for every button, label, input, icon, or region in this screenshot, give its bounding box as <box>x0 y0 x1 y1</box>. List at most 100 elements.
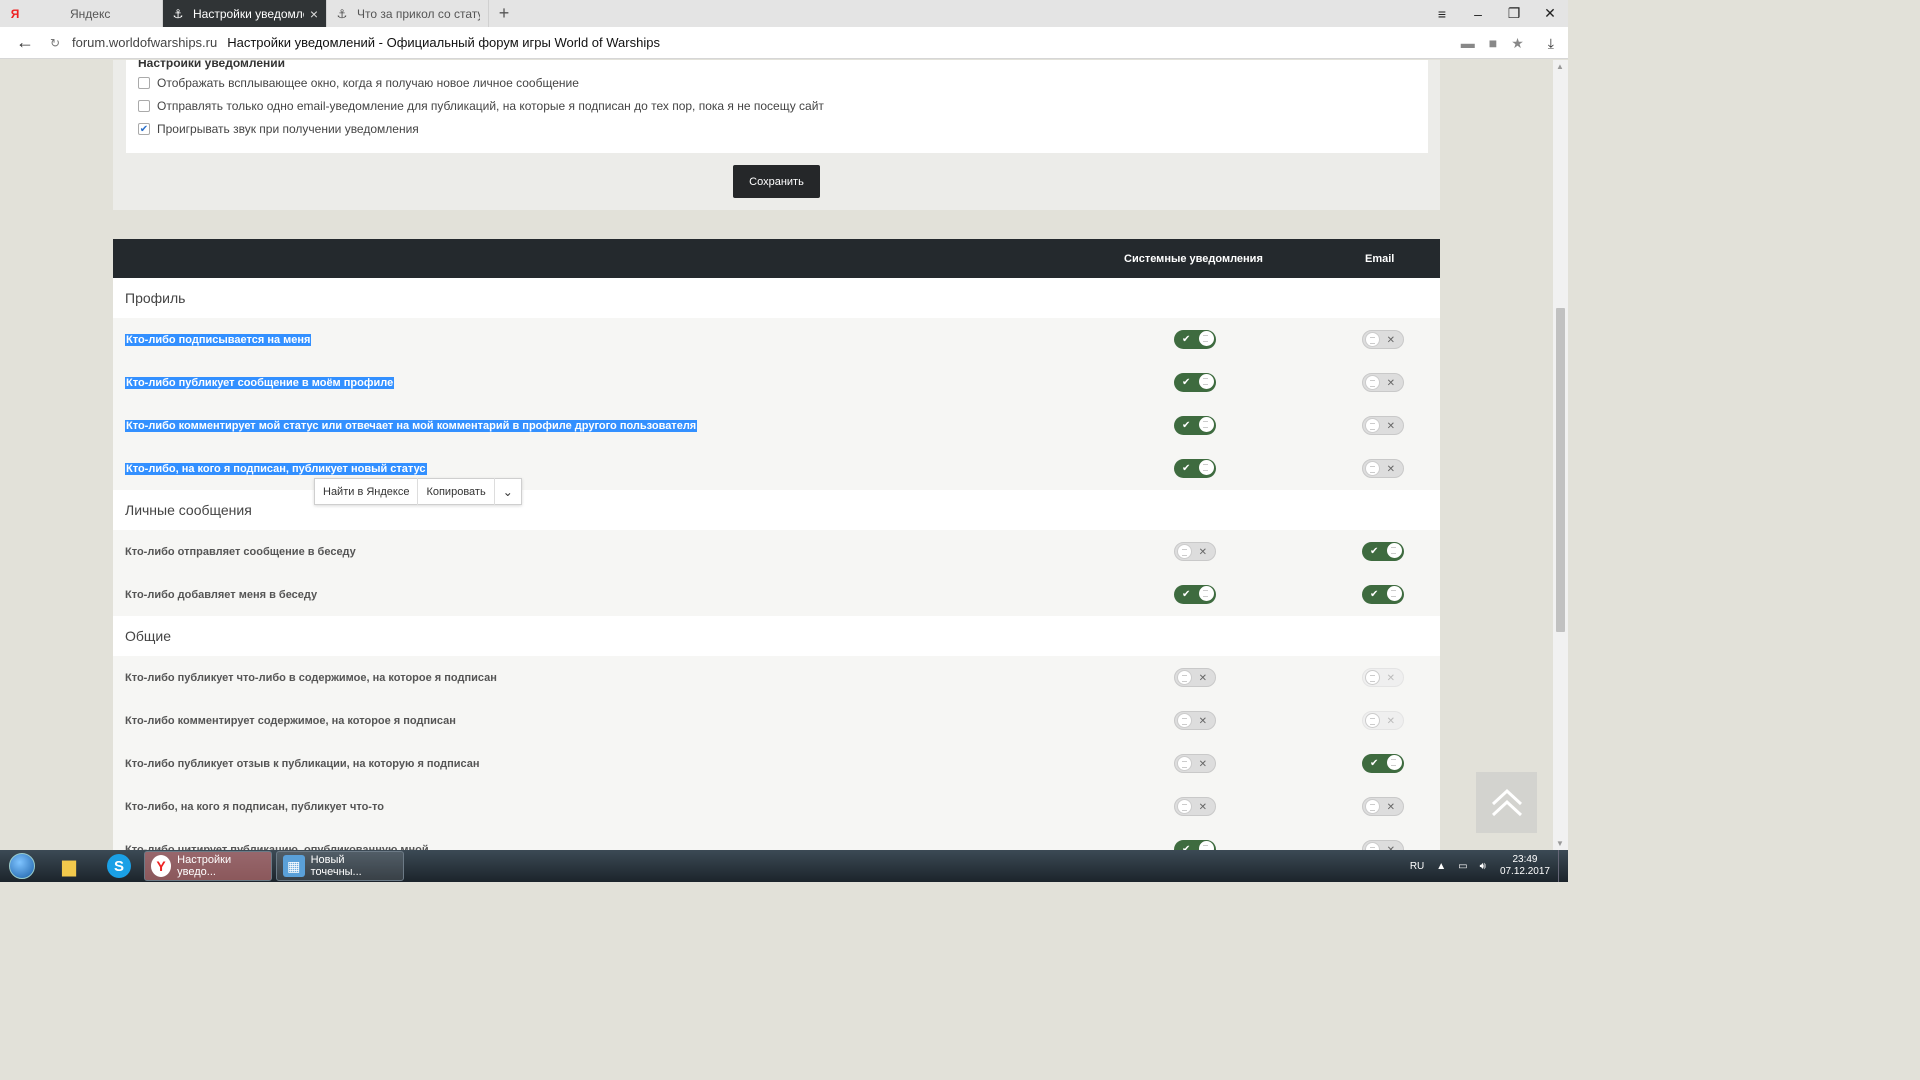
notification-table: Системные уведомления Email Профиль Кто-л… <box>113 239 1440 850</box>
save-button[interactable]: Сохранить <box>733 165 820 198</box>
address-bar[interactable]: ← ↻ forum.worldofwarships.ru Настройки у… <box>0 27 1568 59</box>
scroll-up-arrow-icon[interactable]: ▲ <box>1556 62 1564 71</box>
window-controls: ≡ – ❐ ✕ <box>1424 0 1568 27</box>
system-toggle[interactable]: ✕ <box>1174 542 1216 561</box>
section-heading: Личные сообщения <box>113 490 1440 530</box>
system-toggle[interactable]: ✔ <box>1174 373 1216 392</box>
address-page-title[interactable]: Настройки уведомлений - Официальный фору… <box>227 35 660 50</box>
email-toggle[interactable]: ✔ <box>1362 585 1404 604</box>
system-toggle[interactable]: ✔ <box>1174 585 1216 604</box>
copy-button[interactable]: Копировать <box>418 478 495 505</box>
table-row: Кто-либо, на кого я подписан, публикует … <box>113 447 1440 490</box>
row-label-text: Кто-либо, на кого я подписан, публикует … <box>125 800 384 813</box>
toggle-knob <box>1365 461 1380 476</box>
tab-label: Что за прикол со статусом? <box>357 6 480 21</box>
table-header: Системные уведомления Email <box>113 239 1440 278</box>
tab-status-topic[interactable]: ⚓ Что за прикол со статусом? <box>327 0 489 27</box>
taskbar-app-browser[interactable]: Y Настройки уведо... <box>144 851 272 881</box>
system-toggle[interactable]: ✔ <box>1174 459 1216 478</box>
tab-yandex[interactable]: Я Яндекс <box>0 0 163 27</box>
new-tab-button[interactable]: + <box>489 0 519 27</box>
close-window-icon[interactable]: ✕ <box>1532 0 1568 27</box>
explorer-icon[interactable]: ▆ <box>44 850 94 882</box>
system-toggle[interactable]: ✔ <box>1174 840 1216 850</box>
email-toggle[interactable]: ✔ <box>1362 542 1404 561</box>
toggle-knob <box>1199 331 1214 346</box>
star-icon[interactable]: ★ <box>1511 35 1524 52</box>
search-yandex-button[interactable]: Найти в Яндексе <box>315 478 419 505</box>
system-toggle[interactable]: ✔ <box>1174 416 1216 435</box>
checkbox[interactable] <box>138 100 150 112</box>
row-label-text: Кто-либо добавляет меня в беседу <box>125 588 318 601</box>
check-icon: ✔ <box>1182 844 1191 850</box>
network-icon[interactable]: ▭ <box>1452 861 1473 872</box>
reload-icon[interactable]: ↻ <box>50 36 72 50</box>
toggle-knob <box>1365 670 1380 685</box>
email-toggle[interactable]: ✕ <box>1362 840 1404 850</box>
row-label-text: Кто-либо публикует отзыв к публикации, н… <box>125 757 480 770</box>
scroll-to-top-button[interactable] <box>1476 772 1537 833</box>
tab-bar: Я Яндекс ⚓ Настройки уведомлений × ⚓ Что… <box>0 0 1568 27</box>
page-content: Настройки уведомлений Отображать всплыва… <box>0 60 1553 850</box>
start-button[interactable] <box>0 850 44 882</box>
tab-notification-settings[interactable]: ⚓ Настройки уведомлений × <box>163 0 327 27</box>
download-icon[interactable]: ⤓ <box>1548 35 1554 52</box>
table-row: Кто-либо публикует отзыв к публикации, н… <box>113 742 1440 785</box>
option-single-email[interactable]: Отправлять только одно email-уведомление… <box>138 99 824 113</box>
toggle-knob <box>1387 755 1402 770</box>
language-indicator[interactable]: RU <box>1404 861 1430 872</box>
tray-expand-icon[interactable]: ▲ <box>1430 861 1452 872</box>
restore-icon[interactable]: ❐ <box>1496 0 1532 27</box>
check-icon: ✔ <box>1370 758 1379 769</box>
menu-icon[interactable]: ≡ <box>1424 0 1460 27</box>
system-toggle[interactable]: ✕ <box>1174 754 1216 773</box>
scrollbar-thumb[interactable] <box>1556 308 1565 632</box>
toggle-knob <box>1365 332 1380 347</box>
toggle-knob <box>1199 460 1214 475</box>
cross-icon: ✕ <box>1386 673 1395 684</box>
row-label: Кто-либо публикует отзыв к публикации, н… <box>125 742 480 785</box>
cross-icon: ✕ <box>1198 673 1207 684</box>
show-desktop-button[interactable] <box>1558 850 1568 882</box>
table-row: Кто-либо цитирует публикацию, опубликова… <box>113 828 1440 850</box>
option-label: Отправлять только одно email-уведомление… <box>157 99 824 113</box>
system-toggle[interactable]: ✕ <box>1174 797 1216 816</box>
comment-icon[interactable]: ▬ <box>1461 35 1475 51</box>
cross-icon: ✕ <box>1386 802 1395 813</box>
email-toggle[interactable]: ✕ <box>1362 330 1404 349</box>
row-label-text: Кто-либо публикует сообщение в моём проф… <box>125 376 395 389</box>
lock-icon[interactable]: ■ <box>1489 35 1497 51</box>
option-popup[interactable]: Отображать всплывающее окно, когда я пол… <box>138 76 579 90</box>
close-tab-icon[interactable]: × <box>304 6 318 22</box>
checkbox-checked[interactable]: ✔ <box>138 123 150 135</box>
email-toggle[interactable]: ✕ <box>1362 373 1404 392</box>
minimize-icon[interactable]: – <box>1460 0 1496 27</box>
skype-icon[interactable]: S <box>94 850 144 882</box>
option-sound[interactable]: ✔ Проигрывать звук при получении уведомл… <box>138 122 419 136</box>
scrollbar[interactable]: ▲ ▼ <box>1553 60 1568 850</box>
volume-icon[interactable]: 🔊︎ <box>1474 861 1492 872</box>
check-icon: ✔ <box>1182 589 1191 600</box>
email-toggle[interactable]: ✕ <box>1362 416 1404 435</box>
clock-time: 23:49 <box>1512 854 1538 865</box>
taskbar-app-paint[interactable]: ▦ Новый точечны... <box>276 851 404 881</box>
checkbox[interactable] <box>138 77 150 89</box>
scroll-down-arrow-icon[interactable]: ▼ <box>1556 839 1564 848</box>
clock-date: 07.12.2017 <box>1499 866 1550 877</box>
row-label: Кто-либо публикует что-либо в содержимое… <box>125 656 497 699</box>
column-system-notifications: Системные уведомления <box>1124 252 1263 265</box>
back-arrow-icon[interactable]: ← <box>0 32 50 53</box>
row-label-text: Кто-либо подписывается на меня <box>125 333 312 346</box>
address-domain[interactable]: forum.worldofwarships.ru <box>72 35 217 50</box>
email-toggle[interactable]: ✔ <box>1362 754 1404 773</box>
system-toggle[interactable]: ✕ <box>1174 668 1216 687</box>
clock[interactable]: 23:49 07.12.2017 <box>1492 854 1558 878</box>
chevron-down-icon[interactable]: ⌄ <box>495 478 521 505</box>
system-toggle[interactable]: ✔ <box>1174 330 1216 349</box>
email-toggle[interactable]: ✕ <box>1362 797 1404 816</box>
system-toggle[interactable]: ✕ <box>1174 711 1216 730</box>
cross-icon: ✕ <box>1387 843 1395 850</box>
toggle-knob <box>1365 799 1380 814</box>
toggle-knob <box>1365 375 1380 390</box>
email-toggle[interactable]: ✕ <box>1362 459 1404 478</box>
